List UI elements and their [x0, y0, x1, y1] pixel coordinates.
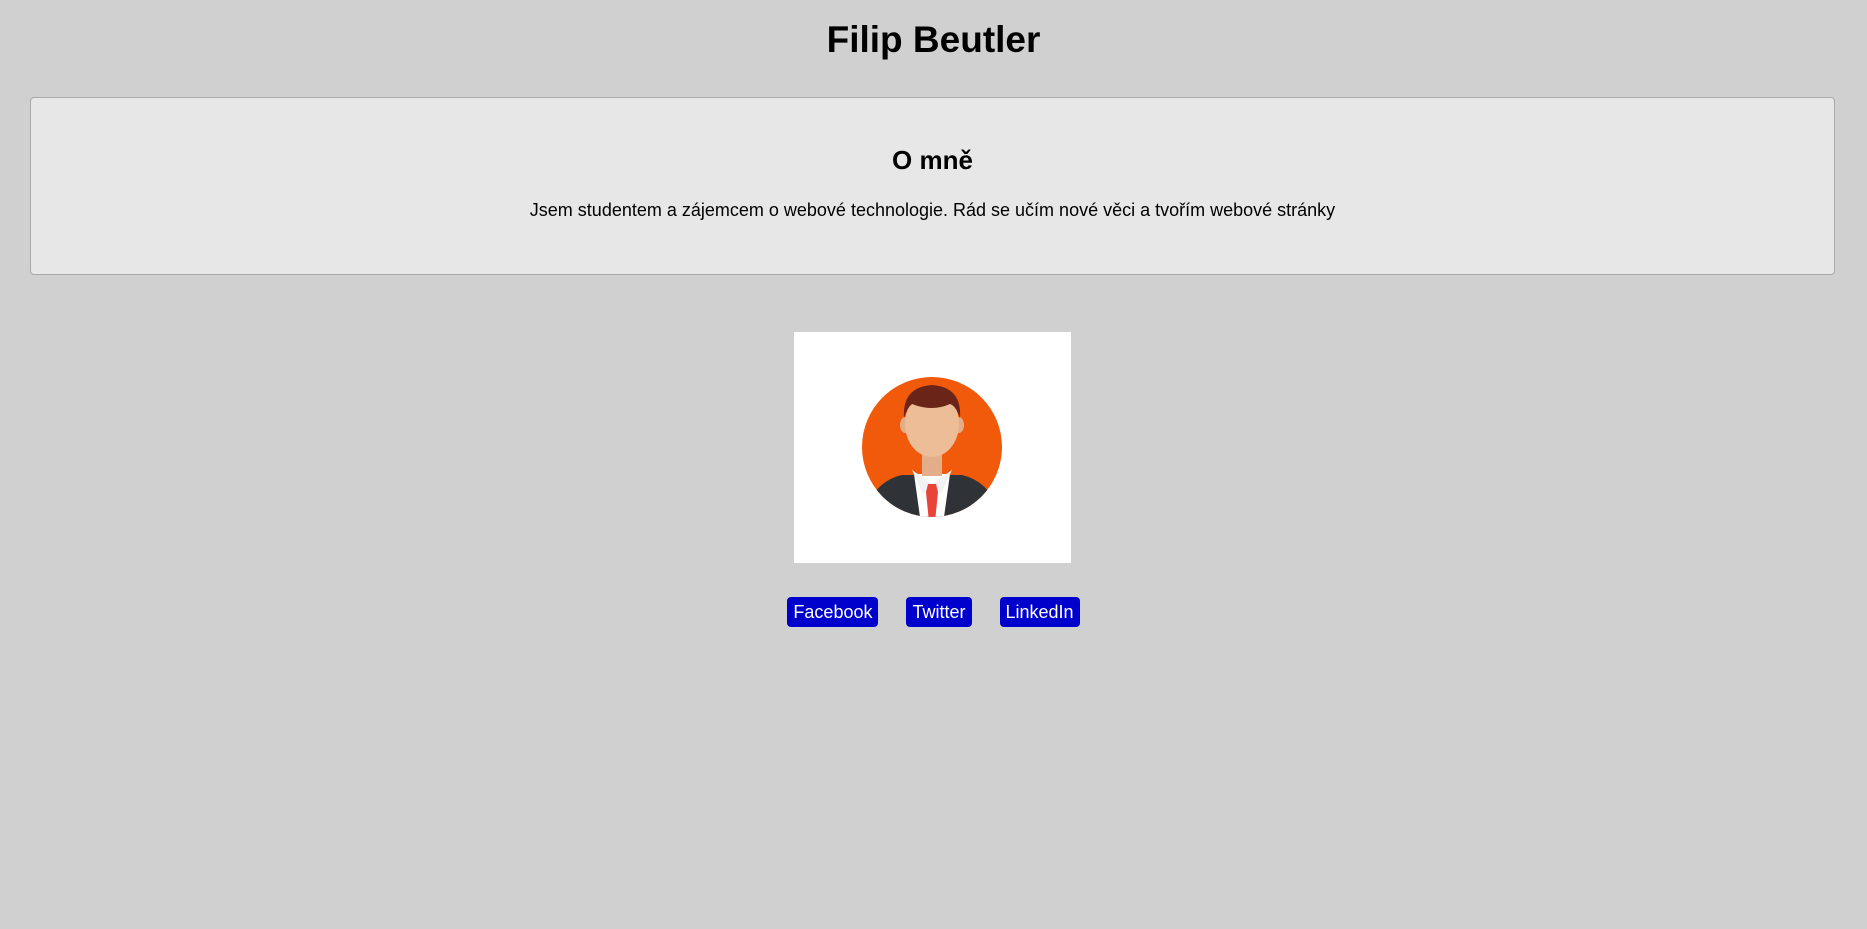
linkedin-link[interactable]: LinkedIn: [999, 597, 1080, 627]
social-links: Facebook Twitter LinkedIn: [0, 597, 1867, 627]
facebook-link[interactable]: Facebook: [787, 597, 879, 627]
twitter-link[interactable]: Twitter: [906, 597, 972, 627]
about-section: O mně Jsem studentem a zájemcem o webové…: [30, 97, 1835, 275]
user-avatar-icon: [862, 377, 1002, 517]
page-title: Filip Beutler: [826, 19, 1041, 60]
about-text: Jsem studentem a zájemcem o webové techn…: [529, 200, 1336, 220]
profile-image: [794, 332, 1071, 563]
about-heading: O mně: [892, 145, 973, 175]
